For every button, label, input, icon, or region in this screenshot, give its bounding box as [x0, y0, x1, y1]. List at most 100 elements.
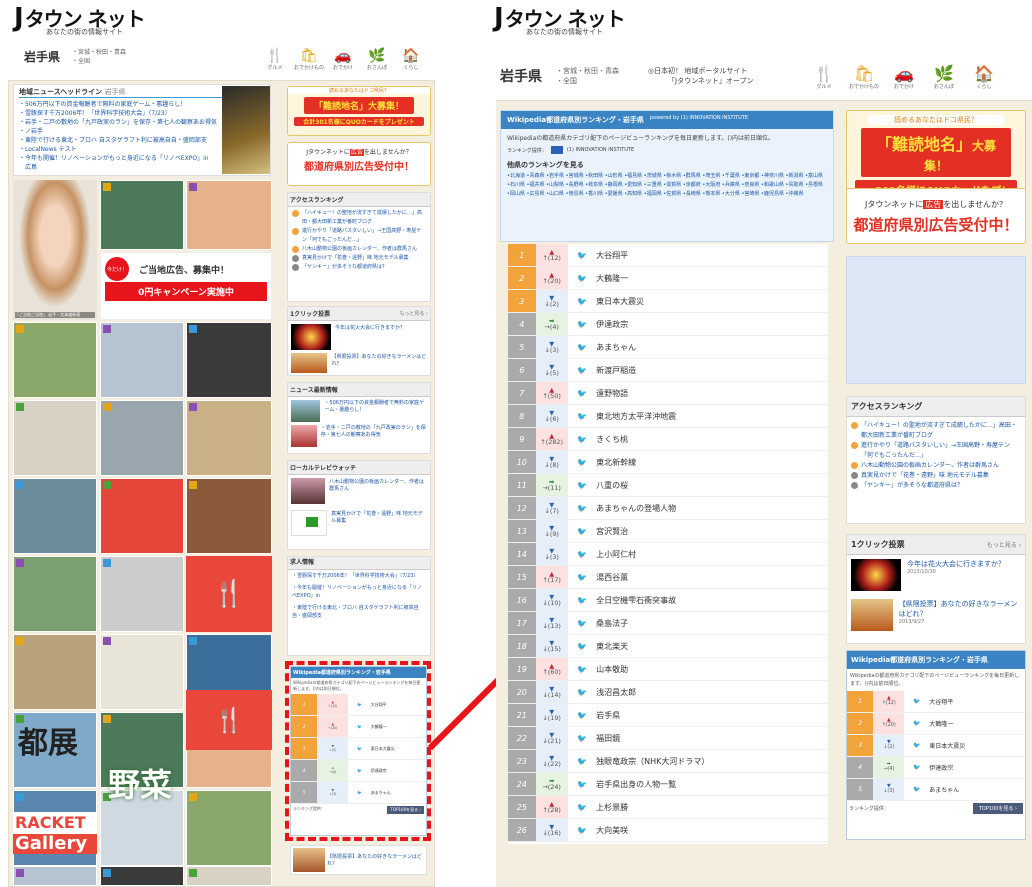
article-tile[interactable]: [100, 180, 184, 250]
article-tile[interactable]: [186, 322, 272, 398]
ranking-row[interactable]: 12 ▼ ↓(7) 🐦 あまちゃんの登場人物: [508, 497, 828, 520]
access-item[interactable]: 真実見かけで「花巻・遠野」味 地元モデル募集: [851, 471, 1021, 481]
nav-グルメ[interactable]: 🍴 グルメ: [260, 44, 290, 74]
vote-item[interactable]: 【県限投票】あなたの好きなラーメンはどれ？ 2013/9/27: [847, 595, 1025, 635]
ranking-row[interactable]: 21 ▼ ↓(19) 🐦 岩手県: [508, 704, 828, 727]
article-tile[interactable]: [186, 400, 272, 476]
prev-rank: →(24): [542, 783, 561, 791]
ranking-row[interactable]: 7 ▲ ↑(50) 🐦 遠野物語: [508, 382, 828, 405]
rank-number: 8: [508, 405, 536, 427]
promo-campaign-tile[interactable]: 今だけ！ ご当地広告、募集中！ 0円キャンペーン実施中: [100, 252, 272, 320]
ranking-name: 東日本大震災: [929, 743, 966, 750]
top100-button[interactable]: TOP100を見る ›: [972, 803, 1023, 814]
article-tile[interactable]: [13, 634, 97, 710]
bird-icon: 🐦: [576, 618, 587, 628]
news-thumb-image[interactable]: [222, 86, 270, 174]
ranking-row[interactable]: 4 ➡ →(4) 🐦 伊達政宗: [847, 757, 1025, 779]
pref-link-list[interactable]: •北海道 •青森県 •岩手県 •宮城県 •秋田県 •山形県 •福島県 •茨城県 …: [501, 172, 833, 199]
nav-くらし[interactable]: 🏠 くらし: [968, 62, 1000, 92]
article-tile[interactable]: [100, 478, 184, 554]
rank-number: 6: [508, 359, 536, 381]
article-tile[interactable]: [13, 478, 97, 554]
prev-rank: ↓(15): [542, 645, 561, 653]
access-item[interactable]: 進行かやり「道路パスタいしい」→王国高野・寿屋テン「何でもごったんだ…」: [851, 441, 1021, 461]
nav-おでかけもの[interactable]: 🛍 おでかけもの: [294, 44, 324, 74]
nav-おさんぽ[interactable]: 🌿 おさんぽ: [928, 62, 960, 92]
access-item[interactable]: 「ハイキュー！の聖地が流すぎて成績したかに…」高田・都大田新工業が番町ブログ: [851, 421, 1021, 441]
access-item[interactable]: 「ヤンキー」が多そうな都道府県は？: [851, 481, 1021, 491]
featured-person-image[interactable]: 「ご当地ご当地」 岩手・北海道新宿: [13, 180, 97, 320]
bird-icon: 🐦: [576, 434, 587, 444]
ranking-row[interactable]: 25 ▲ ↑(28) 🐦 上杉景勝: [508, 796, 828, 819]
ranking-row[interactable]: 23 ▼ ↓(22) 🐦 独眼竜政宗（NHK大河ドラマ）: [508, 750, 828, 773]
article-tile[interactable]: [100, 556, 184, 632]
ranking-row[interactable]: 2 ▲ ↑(20) 🐦 大鶴隆一: [847, 713, 1025, 735]
ranking-row[interactable]: 6 ▼ ↓(5) 🐦 新渡戸稲造: [508, 359, 828, 382]
article-tile[interactable]: [100, 322, 184, 398]
pref-links-right[interactable]: ・宮城・秋田・青森 ・全国: [556, 66, 619, 86]
ranking-row[interactable]: 8 ▼ ↓(6) 🐦 東北地方太平洋沖地震: [508, 405, 828, 428]
ranking-row[interactable]: 13 ▼ ↓(9) 🐦 宮沢賢治: [508, 520, 828, 543]
ramen-survey-small[interactable]: 【県限投票】あなたの好きなラーメンはどれ？: [290, 845, 427, 875]
article-tile[interactable]: [100, 400, 184, 476]
ranking-row[interactable]: 20 ▼ ↓(14) 🐦 浅沼昌太郎: [508, 681, 828, 704]
nav-おでかけもの[interactable]: 🛍 おでかけもの: [848, 62, 880, 92]
ranking-row[interactable]: 16 ▼ ↓(10) 🐦 全日空機雫石衝突事故: [508, 589, 828, 612]
ranking-row[interactable]: 15 ▲ ↑(17) 🐦 湯西谷薫: [508, 566, 828, 589]
ranking-row[interactable]: 4 ➡ →(4) 🐦 伊達政宗: [508, 313, 828, 336]
ranking-row[interactable]: 26 ▼ ↓(16) 🐦 大向美咲: [508, 819, 828, 842]
access-item[interactable]: 八木山動物公園の板画カレンダー、作者は群馬さん: [292, 245, 426, 254]
wiki-ranking-sidebar: Wikipedia都道府県別ランキング・岩手県 Wikipediaの都道府県カテ…: [846, 650, 1026, 840]
article-tile[interactable]: [100, 866, 184, 886]
article-tile[interactable]: [13, 322, 97, 398]
ad-recruit-banner[interactable]: Jタウンネットに 広告 を出しませんか？ 都道府県別広告受付中！: [846, 188, 1026, 244]
ranking-row[interactable]: 5 ▼ ↓(3) 🐦 あまちゃん: [847, 779, 1025, 801]
site-logo[interactable]: J タウン ネット あなたの街の情報サイト: [14, 5, 146, 37]
access-item[interactable]: 八木山動物公園の板画カレンダー、作者は群馬さん: [851, 461, 1021, 471]
category-badge-icon: [103, 869, 111, 877]
rank-number: 16: [508, 589, 536, 611]
nav-くらし[interactable]: 🏠 くらし: [396, 44, 426, 74]
nav-おでかけ[interactable]: 🚗 おでかけ: [888, 62, 920, 92]
article-tile[interactable]: [186, 790, 272, 866]
ad-recruit-banner-small[interactable]: Jタウンネットに広告を出しませんか？ 都道府県別広告受付中！: [287, 142, 431, 186]
ranking-row[interactable]: 19 ▲ ↑(60) 🐦 山本敬助: [508, 658, 828, 681]
article-tile[interactable]: [186, 180, 272, 250]
access-item[interactable]: 進行かやり「道路パスタいしい」→王国高野・寿屋テン「何でもごったんだ…」: [292, 227, 426, 245]
nav-おでかけ[interactable]: 🚗 おでかけ: [328, 44, 358, 74]
expo-tile-text: 都展: [18, 726, 78, 761]
ranking-row[interactable]: 17 ▼ ↓(13) 🐦 桑島法子: [508, 612, 828, 635]
ranking-row[interactable]: 3 ▼ ↓(2) 🐦 東日本大震災: [508, 290, 828, 313]
site-logo-right[interactable]: J タウン ネット あなたの街の情報サイト: [494, 5, 626, 37]
nandoku-ad-banner[interactable]: 読めるあなたはドコ県民？ 「難読地名」大募集！ 合計301名様にQUOカードをプ…: [846, 110, 1026, 214]
access-item[interactable]: 「ヤンキー」が多そうな都道府県は？: [292, 263, 426, 272]
ranking-row[interactable]: 22 ▼ ↓(21) 🐦 福田鏡: [508, 727, 828, 750]
rank-number: 1: [847, 691, 874, 712]
pref-links[interactable]: ・宮城・秋田・青森 ・全国: [72, 48, 126, 66]
article-tile[interactable]: [186, 866, 272, 886]
ranking-row[interactable]: 1 ▲ ↑(12) 🐦 大谷翔平: [508, 244, 828, 267]
access-item[interactable]: 真実見かけで「花巻・遠野」味 地元モデル募集: [292, 254, 426, 263]
article-tile[interactable]: [13, 866, 97, 886]
ranking-row[interactable]: 14 ▼ ↓(3) 🐦 上小阿仁村: [508, 543, 828, 566]
ranking-row[interactable]: 24 ➡ →(24) 🐦 岩手県出身の人物一覧: [508, 773, 828, 796]
access-item-text: 八木山動物公園の板画カレンダー、作者は群馬さん: [302, 246, 417, 252]
ranking-row[interactable]: 2 ▲ ↑(20) 🐦 大鶴隆一: [508, 267, 828, 290]
ranking-row[interactable]: 9 ▲ ↑(282) 🐦 きくち桃: [508, 428, 828, 451]
ranking-row[interactable]: 5 ▼ ↓(3) 🐦 あまちゃん: [508, 336, 828, 359]
article-tile[interactable]: [100, 634, 184, 710]
article-tile[interactable]: [13, 400, 97, 476]
launch-banner[interactable]: ◎日本初！ 地域ポータルサイト 「Jタウンネット」オープン: [648, 66, 754, 86]
ranking-row[interactable]: 11 ➡ →(11) 🐦 八重の桜: [508, 474, 828, 497]
article-tile[interactable]: [13, 556, 97, 632]
ranking-row[interactable]: 3 ▼ ↓(2) 🐦 東日本大震災: [847, 735, 1025, 757]
nandoku-ad-banner-small[interactable]: 読めるあなたはドコ県民？ 「難読地名」大募集！ 合計301名様にQUOカードをプ…: [287, 86, 431, 136]
nav-グルメ[interactable]: 🍴 グルメ: [808, 62, 840, 92]
nav-おさんぽ[interactable]: 🌿 おさんぽ: [362, 44, 392, 74]
ranking-row[interactable]: 1 ▲ ↑(12) 🐦 大谷翔平: [847, 691, 1025, 713]
ranking-row[interactable]: 10 ▼ ↓(8) 🐦 東北新幹線: [508, 451, 828, 474]
article-tile[interactable]: [186, 478, 272, 554]
vote-item[interactable]: 今年は花火大会に行きますか？ 2013/10/30: [847, 555, 1025, 595]
ranking-row[interactable]: 18 ▼ ↓(15) 🐦 東北楽天: [508, 635, 828, 658]
access-item[interactable]: 「ハイキュー！の聖地が流すぎて成績したかに…」高田・都大田新工業が番町ブログ: [292, 209, 426, 227]
